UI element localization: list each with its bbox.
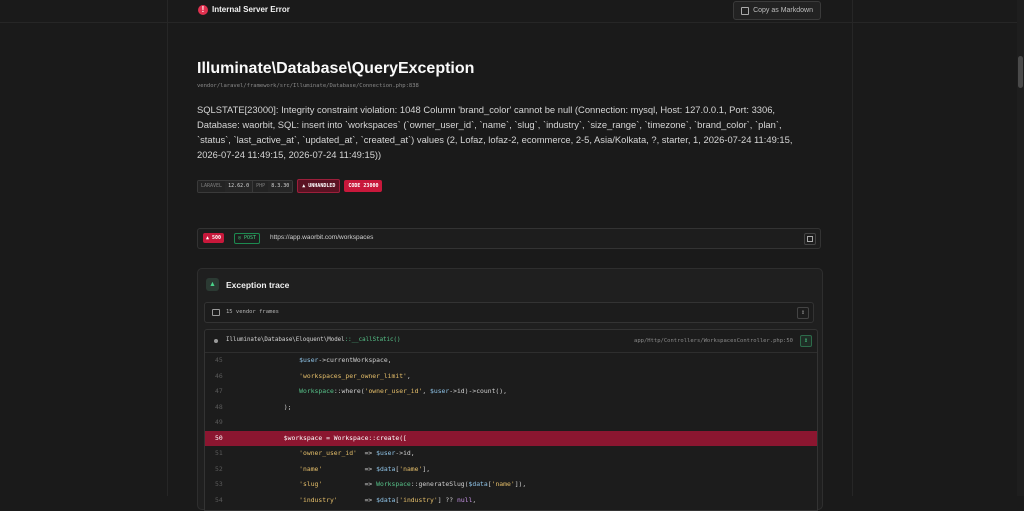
guide-line	[167, 0, 168, 496]
code-line: 52 'name' => $data['name'],	[205, 462, 817, 478]
code-line: 51 'owner_user_id' => $user->id,	[205, 446, 817, 462]
request-url: https://app.waorbit.com/workspaces	[270, 234, 374, 241]
request-bar: ▲ 500 ◎ POST https://app.waorbit.com/wor…	[197, 228, 821, 249]
version-badge-group: LARAVEL 12.62.0 PHP 8.3.30	[197, 179, 294, 193]
scrollbar[interactable]	[1017, 0, 1024, 496]
top-bar: ! Internal Server Error Copy as Markdown	[197, 0, 821, 22]
exception-file[interactable]: vendor/laravel/framework/src/Illuminate/…	[197, 83, 419, 89]
php-version: 8.3.30	[268, 180, 293, 192]
code-line: 53 'slug' => Workspace::generateSlug($da…	[205, 477, 817, 493]
code-snippet: 45 $user->currentWorkspace, 46 'workspace…	[205, 353, 817, 508]
error-code-badge: CODE 23000	[344, 180, 383, 192]
line-source: 'industry' => $data['industry'] ?? null,	[299, 495, 477, 504]
trace-title: Exception trace	[226, 280, 290, 290]
guide-line	[852, 0, 853, 496]
line-number: 52	[215, 464, 223, 473]
frame-dot-icon	[214, 339, 218, 343]
exception-message: SQLSTATE[23000]: Integrity constraint vi…	[197, 104, 793, 160]
expand-icon[interactable]: ⇕	[797, 307, 809, 319]
error-icon: !	[198, 5, 208, 15]
line-source: $user->currentWorkspace,	[299, 356, 392, 364]
line-number: 45	[215, 356, 223, 364]
line-number: 47	[215, 387, 223, 395]
copy-markdown-label: Copy as Markdown	[753, 7, 813, 14]
code-line-highlighted: 50 $workspace = Workspace::create([	[205, 430, 817, 446]
line-source: );	[253, 402, 292, 411]
copy-url-button[interactable]	[804, 233, 816, 245]
method-badge: ◎ POST	[234, 233, 261, 244]
line-number: 48	[215, 402, 223, 411]
stack-frame: Illuminate\Database\Eloquent\Model::__ca…	[204, 329, 818, 511]
line-source: 'name' => $data['name'],	[299, 464, 431, 473]
copy-icon	[741, 6, 750, 15]
line-number: 51	[215, 449, 223, 457]
trace-icon: ▲	[206, 278, 219, 291]
line-number: 54	[215, 495, 223, 504]
vendor-frames-label: 15 vendor frames	[226, 309, 279, 315]
frame-class: Illuminate\Database\Eloquent\Model	[226, 337, 345, 343]
method-label: POST	[244, 235, 257, 241]
line-number: 49	[215, 418, 223, 426]
code-line: 47 Workspace::where('owner_user_id', $us…	[205, 384, 817, 400]
collapse-icon[interactable]: ⇕	[800, 335, 812, 347]
status-badge: ▲ 500	[203, 233, 225, 243]
laravel-label: LARAVEL	[198, 180, 226, 192]
line-source: $workspace = Workspace::create([	[253, 433, 407, 442]
code-line: 49	[205, 415, 817, 431]
code-line: 46 'workspaces_per_owner_limit',	[205, 369, 817, 385]
line-number: 46	[215, 371, 223, 380]
unhandled-badge: ▲ UNHANDLED	[297, 179, 341, 193]
code-line: 54 'industry' => $data['industry'] ?? nu…	[205, 493, 817, 509]
exception-trace-panel: ▲ Exception trace 15 vendor frames ⇕ Ill…	[197, 268, 823, 511]
line-source: 'owner_user_id' => $user->id,	[299, 449, 415, 457]
line-number: 53	[215, 480, 223, 488]
copy-markdown-button[interactable]: Copy as Markdown	[733, 1, 821, 20]
guide-line	[0, 22, 1024, 23]
folder-icon	[212, 309, 220, 316]
scroll-thumb[interactable]	[1018, 56, 1023, 88]
line-number: 50	[215, 433, 223, 442]
line-source: 'slug' => Workspace::generateSlug($data[…	[299, 480, 527, 488]
frame-method: ::__callStatic()	[344, 337, 401, 343]
version-badges: LARAVEL 12.62.0 PHP 8.3.30 ▲ UNHANDLED C…	[197, 179, 383, 193]
frame-function: Illuminate\Database\Eloquent\Model::__ca…	[226, 337, 401, 343]
vendor-frames-toggle[interactable]: 15 vendor frames ⇕	[204, 302, 814, 323]
line-source: Workspace::where('owner_user_id', $user-…	[299, 387, 507, 395]
line-source: 'workspaces_per_owner_limit',	[299, 371, 411, 380]
code-line: 45 $user->currentWorkspace,	[205, 353, 817, 369]
code-line: 48 );	[205, 400, 817, 416]
error-title: Internal Server Error	[212, 5, 290, 14]
laravel-version: 12.62.0	[225, 180, 253, 192]
unhandled-label: UNHANDLED	[308, 183, 336, 189]
frame-header[interactable]: Illuminate\Database\Eloquent\Model::__ca…	[205, 330, 817, 353]
copy-icon	[807, 236, 813, 242]
php-label: PHP	[253, 180, 269, 192]
status-code: 500	[212, 235, 222, 241]
exception-class: Illuminate\Database\QueryException	[197, 60, 475, 77]
frame-path[interactable]: app/Http/Controllers/WorkspacesControlle…	[634, 338, 793, 344]
